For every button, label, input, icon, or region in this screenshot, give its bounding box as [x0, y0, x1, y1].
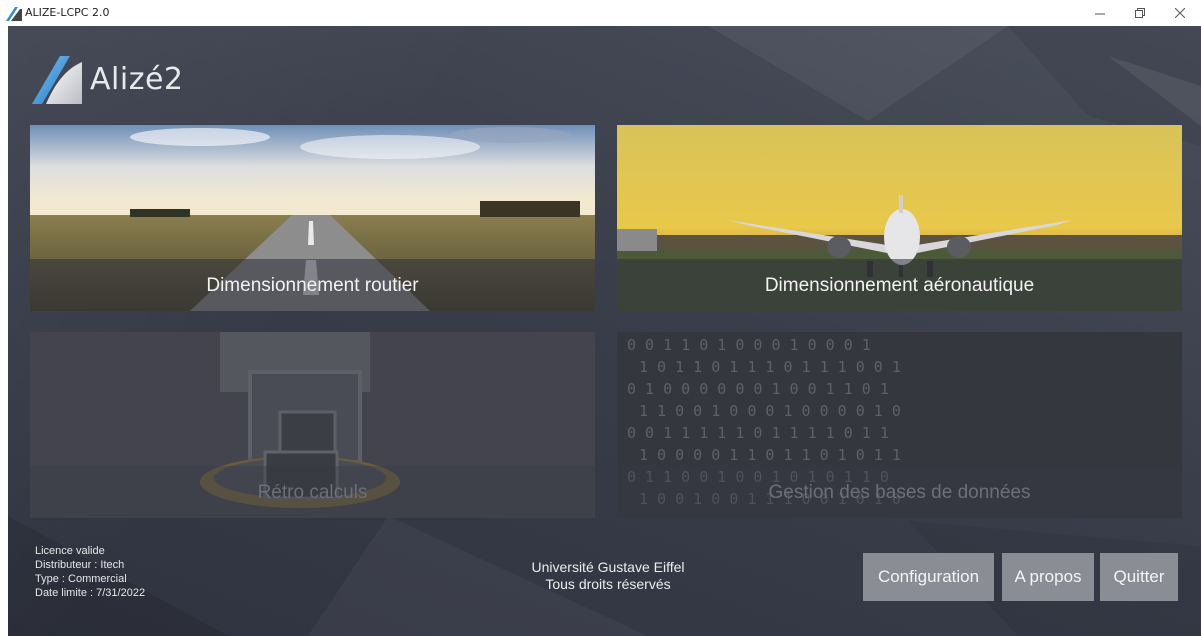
rights-text: Tous droits réservés — [545, 576, 671, 592]
tile-airport-design[interactable]: Dimensionnement aéronautique — [617, 125, 1182, 311]
title-bar: ALIZE-LCPC 2.0 — [0, 0, 1201, 26]
license-status: Licence valide — [35, 545, 105, 557]
tile-label: Dimensionnement aéronautique — [764, 275, 1035, 296]
window-title: ALIZE-LCPC 2.0 — [25, 6, 110, 19]
license-expiry: Date limite : 7/31/2022 — [35, 587, 146, 599]
restore-icon — [1135, 8, 1145, 18]
binary-row: 0 0 1 1 1 1 1 0 1 1 1 1 0 1 1 — [627, 424, 889, 442]
binary-row: 1 0 0 0 0 1 1 0 1 1 0 1 0 1 1 — [639, 446, 901, 464]
license-distributor: Distributeur : Itech — [35, 559, 125, 571]
main-screen: Alizé2 Dimensionnement routier Dimension… — [8, 26, 1201, 636]
quit-button[interactable]: Quitter — [1100, 553, 1178, 601]
app-logo-text: Alizé2 — [90, 62, 184, 97]
license-type: Type : Commercial — [35, 573, 127, 585]
close-button[interactable] — [1160, 0, 1200, 26]
copyright-info: Université Gustave Eiffel Tous droits ré… — [478, 559, 738, 593]
tile-road-design[interactable]: Dimensionnement routier — [30, 125, 595, 311]
about-button[interactable]: A propos — [1002, 553, 1094, 601]
minimize-button[interactable] — [1080, 0, 1120, 26]
license-info: Licence valide Distributeur : Itech Type… — [35, 544, 145, 600]
minimize-icon — [1095, 13, 1105, 15]
close-icon — [1175, 8, 1185, 18]
restore-button[interactable] — [1120, 0, 1160, 26]
tile-label: Dimensionnement routier — [206, 275, 419, 296]
tile-back-calculation: Rétro calculs — [30, 332, 595, 518]
binary-row: 0 1 0 0 0 0 0 0 1 0 0 1 1 0 1 — [627, 380, 889, 398]
tile-database-management: 0 0 1 1 0 1 0 0 0 1 0 0 0 1 1 0 1 1 0 1 1… — [617, 332, 1182, 518]
organization-name: Université Gustave Eiffel — [531, 559, 685, 575]
binary-row: 0 0 1 1 0 1 0 0 0 1 0 0 0 1 — [627, 336, 871, 354]
alize-logo-icon — [32, 56, 82, 104]
binary-row: 1 0 1 1 0 1 1 1 0 1 1 1 0 0 1 — [639, 358, 901, 376]
configuration-button[interactable]: Configuration — [863, 553, 994, 601]
app-icon — [6, 7, 22, 21]
background-facets — [8, 26, 1201, 636]
binary-row: 1 1 0 0 1 0 0 0 1 0 0 0 0 1 0 — [639, 402, 901, 420]
tile-label: Rétro calculs — [257, 482, 368, 503]
tile-label: Gestion des bases de données — [768, 482, 1031, 503]
